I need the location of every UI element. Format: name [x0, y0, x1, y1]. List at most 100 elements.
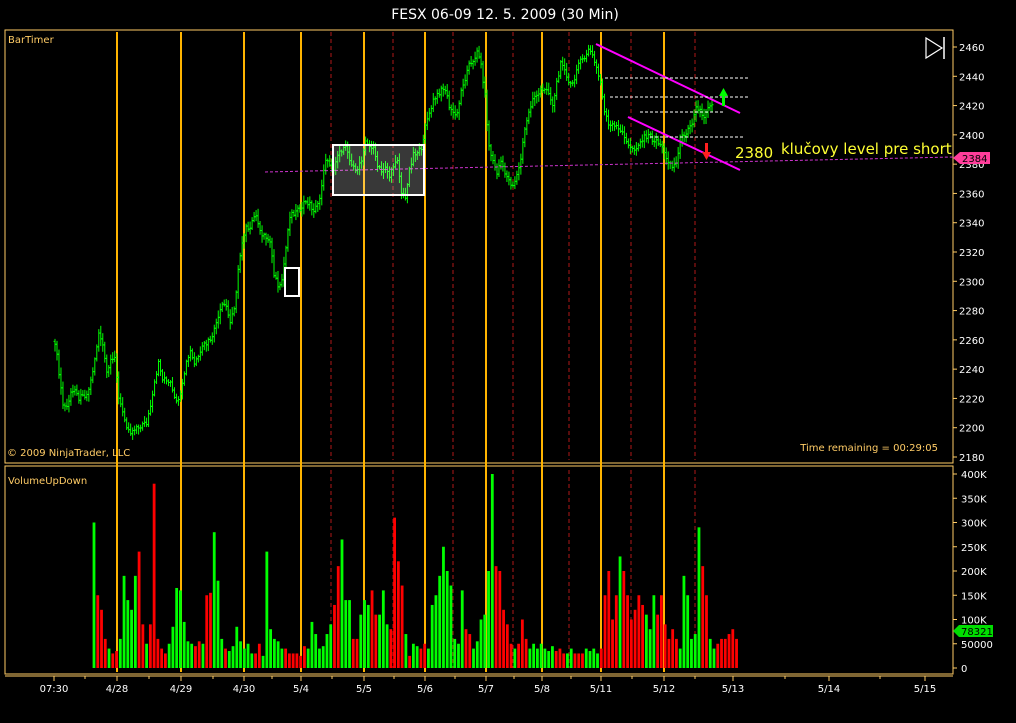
- volume-bar: [276, 641, 280, 668]
- volume-bar: [464, 629, 468, 668]
- volume-bar: [141, 624, 145, 668]
- time-tick-label: 5/12: [653, 684, 675, 695]
- volume-bar: [468, 634, 472, 668]
- volume-bar: [381, 590, 385, 668]
- volume-bar: [502, 609, 505, 668]
- volume-tick-label: 0: [961, 664, 967, 675]
- time-tick-label: 4/28: [106, 684, 128, 695]
- volume-bar: [393, 517, 397, 668]
- volume-bar: [239, 641, 242, 668]
- volume-bar: [137, 551, 141, 668]
- volume-bar: [325, 634, 329, 668]
- price-tick-label: 2280: [959, 307, 984, 318]
- volume-bar: [472, 648, 475, 668]
- volume-bar: [408, 655, 412, 668]
- volume-bar: [235, 626, 239, 668]
- volume-bar: [340, 539, 344, 668]
- chart-canvas[interactable]: FESX 06-09 12. 5. 2009 (30 Min) 2460 2440…: [0, 0, 1016, 719]
- volume-bar: [156, 638, 160, 668]
- time-tick-label: 4/30: [233, 684, 255, 695]
- volume-bar: [513, 648, 517, 668]
- chart-window: FESX 06-09 12. 5. 2009 (30 Min) 2460 2440…: [0, 0, 1016, 719]
- volume-bar: [103, 638, 107, 668]
- volume-bar: [295, 653, 299, 668]
- volume-bar: [626, 595, 629, 668]
- volume-bar: [596, 653, 599, 668]
- volume-bar: [385, 624, 389, 668]
- volume-bar: [152, 483, 156, 668]
- volume-bar: [126, 600, 130, 668]
- volume-bar: [641, 604, 645, 668]
- price-tick-label: 2180: [959, 453, 984, 464]
- volume-bar: [396, 561, 400, 668]
- volume-bar: [272, 638, 276, 668]
- volume-bar: [427, 648, 430, 668]
- time-tick-label: 5/14: [818, 684, 840, 695]
- volume-bar: [690, 638, 693, 668]
- price-tick-label: 2320: [959, 248, 984, 259]
- level-value-annotation[interactable]: 2380: [735, 144, 773, 162]
- volume-bar: [280, 648, 284, 668]
- volume-bar: [318, 648, 321, 668]
- volume-bar: [378, 614, 381, 668]
- volume-bar: [637, 595, 641, 668]
- volume-tick-label: 200K: [961, 567, 987, 578]
- volume-bar: [520, 619, 524, 668]
- volume-bar: [133, 575, 137, 668]
- volume-bar: [727, 634, 731, 668]
- last-volume-marker[interactable]: 78321: [953, 625, 993, 638]
- volume-bar: [182, 621, 186, 668]
- volume-bar: [100, 609, 103, 668]
- volume-bar: [130, 609, 133, 668]
- time-tick-label: 5/4: [293, 684, 309, 695]
- level-note-annotation[interactable]: klučovy level pre short: [781, 140, 952, 158]
- volume-bar: [415, 646, 419, 668]
- volume-bar: [644, 614, 648, 668]
- volume-bar: [351, 638, 355, 668]
- volume-bar: [122, 575, 126, 668]
- volume-bar: [115, 651, 118, 668]
- volume-bar: [314, 634, 318, 668]
- volume-bar: [265, 551, 269, 668]
- volume-bar: [445, 571, 449, 668]
- volume-bar: [535, 648, 539, 668]
- volume-bar: [599, 648, 603, 668]
- consolidation-box[interactable]: [332, 144, 425, 196]
- volume-bar: [697, 527, 701, 668]
- volume-bar: [423, 643, 427, 668]
- volume-tick-label: 400K: [961, 470, 987, 481]
- volume-bar: [517, 643, 521, 668]
- volume-bar: [359, 614, 363, 668]
- volume-bar: [355, 638, 359, 668]
- price-tick-label: 2220: [959, 394, 984, 405]
- volume-bar: [622, 571, 626, 668]
- volume-bar: [366, 604, 370, 668]
- volume-bar: [216, 580, 220, 668]
- volume-bar: [111, 653, 115, 668]
- volume-bar: [336, 566, 340, 668]
- time-tick-label: 5/5: [356, 684, 372, 695]
- volume-bar: [562, 653, 566, 668]
- volume-bar: [663, 624, 667, 668]
- volume-tick-label: 100K: [961, 616, 987, 627]
- volume-bar: [374, 614, 378, 668]
- volume-bar: [678, 648, 682, 668]
- volume-tick-label: 250K: [961, 543, 987, 554]
- volume-bar: [712, 648, 716, 668]
- volume-bar: [224, 648, 227, 668]
- volume-bar: [171, 626, 175, 668]
- volume-bar: [449, 585, 453, 668]
- volume-bar: [205, 595, 209, 668]
- volume-bar: [652, 595, 656, 668]
- volume-bar: [310, 621, 314, 668]
- volume-bar: [659, 595, 663, 668]
- volume-bar: [175, 587, 179, 668]
- volume-bar: [735, 638, 738, 668]
- volume-bar: [618, 556, 622, 668]
- volume-bar: [629, 619, 633, 668]
- volume-bar: [287, 653, 291, 668]
- volume-bar: [524, 638, 528, 668]
- volume-bar: [588, 651, 592, 668]
- volume-bar: [577, 653, 581, 668]
- chart-title: FESX 06-09 12. 5. 2009 (30 Min): [391, 7, 619, 23]
